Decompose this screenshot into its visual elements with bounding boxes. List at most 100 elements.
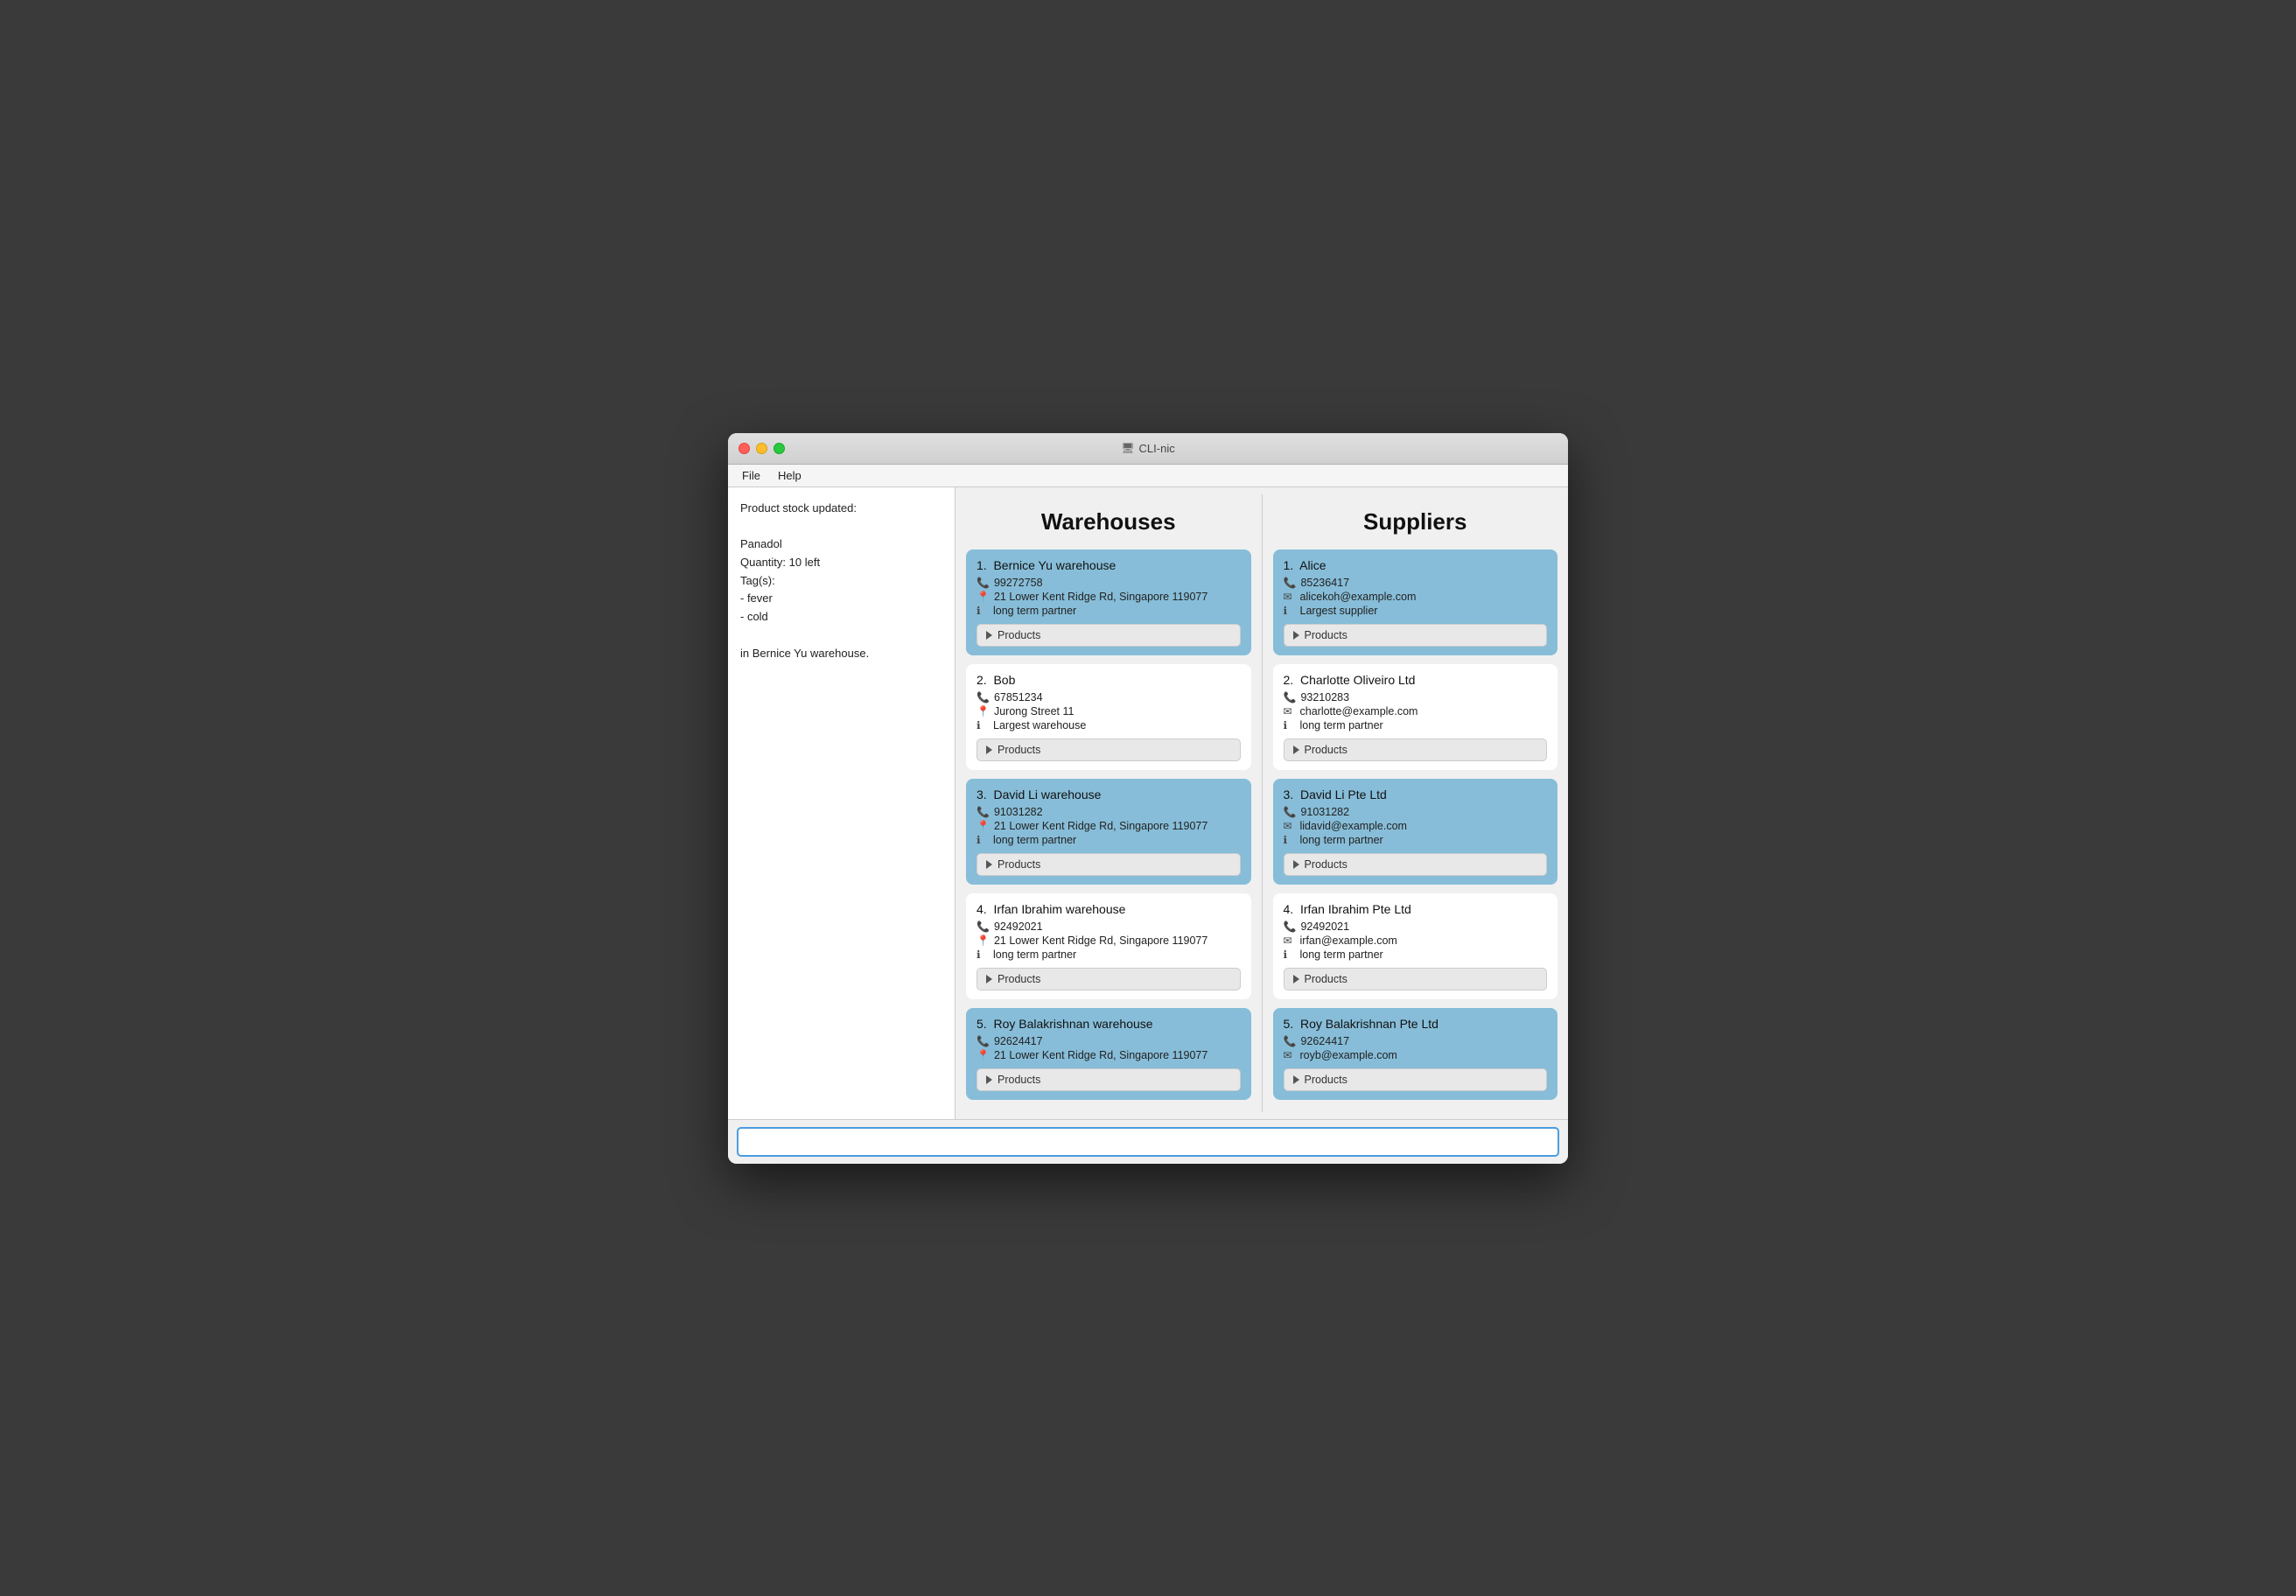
card-info-text: long term partner <box>993 948 1076 961</box>
card-phone-text: 91031282 <box>1300 806 1349 818</box>
card-info-text: long term partner <box>1300 834 1383 846</box>
supplier-card: 3. David Li Pte Ltd 📞 91031282 ✉ lidavid… <box>1273 779 1558 885</box>
card-info: ℹ Largest supplier <box>1284 605 1548 617</box>
main-panels: Warehouses 1. Bernice Yu warehouse 📞 992… <box>956 487 1568 1119</box>
products-label: Products <box>998 629 1040 641</box>
triangle-icon <box>1293 975 1299 984</box>
card-info: ℹ long term partner <box>976 834 1241 846</box>
products-button[interactable]: Products <box>976 968 1241 990</box>
products-button[interactable]: Products <box>1284 968 1548 990</box>
info-icon: ℹ <box>1284 605 1296 617</box>
card-phone-text: 85236417 <box>1300 577 1349 589</box>
card-address: 📍 21 Lower Kent Ridge Rd, Singapore 1190… <box>976 934 1241 947</box>
card-phone-text: 92624417 <box>994 1035 1043 1047</box>
phone-icon: 📞 <box>1284 920 1297 933</box>
card-phone: 📞 91031282 <box>1284 806 1548 818</box>
window-title: 🖥 CLI-nic <box>1121 442 1174 455</box>
products-button[interactable]: Products <box>1284 853 1548 876</box>
card-phone: 📞 93210283 <box>1284 691 1548 704</box>
card-info-text: Largest warehouse <box>993 719 1086 732</box>
command-input[interactable] <box>737 1127 1559 1157</box>
card-email: ✉ charlotte@example.com <box>1284 705 1548 718</box>
phone-icon: 📞 <box>976 1035 990 1047</box>
info-icon: ℹ <box>976 948 989 961</box>
triangle-icon <box>1293 746 1299 754</box>
products-button[interactable]: Products <box>976 624 1241 647</box>
card-email: ✉ irfan@example.com <box>1284 934 1548 947</box>
products-label: Products <box>1305 629 1348 641</box>
info-icon: ℹ <box>976 605 989 617</box>
card-address: 📍 21 Lower Kent Ridge Rd, Singapore 1190… <box>976 820 1241 832</box>
maximize-button[interactable] <box>774 443 785 454</box>
card-phone-text: 91031282 <box>994 806 1043 818</box>
card-phone: 📞 67851234 <box>976 691 1241 704</box>
products-label: Products <box>1305 973 1348 985</box>
card-address-text: Jurong Street 11 <box>994 705 1074 718</box>
menu-help[interactable]: Help <box>771 466 808 485</box>
phone-icon: 📞 <box>1284 577 1297 589</box>
triangle-icon <box>1293 860 1299 869</box>
minimize-button[interactable] <box>756 443 767 454</box>
command-bar <box>728 1119 1568 1164</box>
phone-icon: 📞 <box>1284 806 1297 818</box>
warehouses-list[interactable]: 1. Bernice Yu warehouse 📞 99272758 📍 21 … <box>956 550 1262 1119</box>
card-phone-text: 67851234 <box>994 691 1043 704</box>
card-info: ℹ long term partner <box>976 605 1241 617</box>
products-label: Products <box>998 1074 1040 1086</box>
email-icon: ✉ <box>1284 591 1296 603</box>
menu-file[interactable]: File <box>735 466 767 485</box>
card-name: 5. Roy Balakrishnan warehouse <box>976 1017 1241 1031</box>
products-button[interactable]: Products <box>1284 624 1548 647</box>
app-window: 🖥 CLI-nic File Help Product stock update… <box>728 433 1568 1164</box>
products-button[interactable]: Products <box>976 738 1241 761</box>
card-info: ℹ long term partner <box>1284 834 1548 846</box>
products-button[interactable]: Products <box>1284 1068 1548 1091</box>
card-name: 2. Bob <box>976 673 1241 687</box>
suppliers-section: Suppliers 1. Alice 📞 85236417 ✉ alicekoh… <box>1263 487 1569 1119</box>
info-icon: ℹ <box>976 719 989 732</box>
card-email: ✉ royb@example.com <box>1284 1049 1548 1061</box>
card-phone-text: 92492021 <box>994 920 1043 933</box>
card-info: ℹ long term partner <box>1284 948 1548 961</box>
card-phone: 📞 91031282 <box>976 806 1241 818</box>
card-email-text: alicekoh@example.com <box>1300 591 1417 603</box>
card-info-text: long term partner <box>993 605 1076 617</box>
suppliers-title: Suppliers <box>1263 487 1569 550</box>
products-label: Products <box>1305 1074 1348 1086</box>
products-button[interactable]: Products <box>976 1068 1241 1091</box>
location-icon: 📍 <box>976 1049 990 1061</box>
warehouse-card: 3. David Li warehouse 📞 91031282 📍 21 Lo… <box>966 779 1251 885</box>
suppliers-list[interactable]: 1. Alice 📞 85236417 ✉ alicekoh@example.c… <box>1263 550 1569 1119</box>
products-button[interactable]: Products <box>1284 738 1548 761</box>
menubar: File Help <box>728 465 1568 487</box>
products-button[interactable]: Products <box>976 853 1241 876</box>
info-icon: ℹ <box>1284 834 1296 846</box>
card-info: ℹ long term partner <box>976 948 1241 961</box>
card-email-text: irfan@example.com <box>1300 934 1397 947</box>
card-email-text: lidavid@example.com <box>1300 820 1407 832</box>
card-name: 3. David Li Pte Ltd <box>1284 788 1548 802</box>
card-info-text: Largest supplier <box>1300 605 1378 617</box>
email-icon: ✉ <box>1284 820 1296 832</box>
triangle-icon <box>986 1075 992 1084</box>
content-area: Product stock updated: Panadol Quantity:… <box>728 487 1568 1119</box>
card-name: 1. Bernice Yu warehouse <box>976 558 1241 572</box>
triangle-icon <box>986 631 992 640</box>
card-address: 📍 21 Lower Kent Ridge Rd, Singapore 1190… <box>976 1049 1241 1061</box>
card-info-text: long term partner <box>1300 948 1383 961</box>
close-button[interactable] <box>738 443 750 454</box>
products-label: Products <box>998 973 1040 985</box>
warehouse-card: 4. Irfan Ibrahim warehouse 📞 92492021 📍 … <box>966 893 1251 999</box>
card-phone: 📞 99272758 <box>976 577 1241 589</box>
location-icon: 📍 <box>976 591 990 603</box>
card-address-text: 21 Lower Kent Ridge Rd, Singapore 119077 <box>994 591 1208 603</box>
triangle-icon <box>986 746 992 754</box>
card-phone: 📞 92624417 <box>1284 1035 1548 1047</box>
phone-icon: 📞 <box>976 806 990 818</box>
info-icon: ℹ <box>976 834 989 846</box>
card-phone: 📞 92492021 <box>976 920 1241 933</box>
card-name: 1. Alice <box>1284 558 1548 572</box>
email-icon: ✉ <box>1284 705 1296 718</box>
phone-icon: 📞 <box>976 577 990 589</box>
supplier-card: 2. Charlotte Oliveiro Ltd 📞 93210283 ✉ c… <box>1273 664 1558 770</box>
